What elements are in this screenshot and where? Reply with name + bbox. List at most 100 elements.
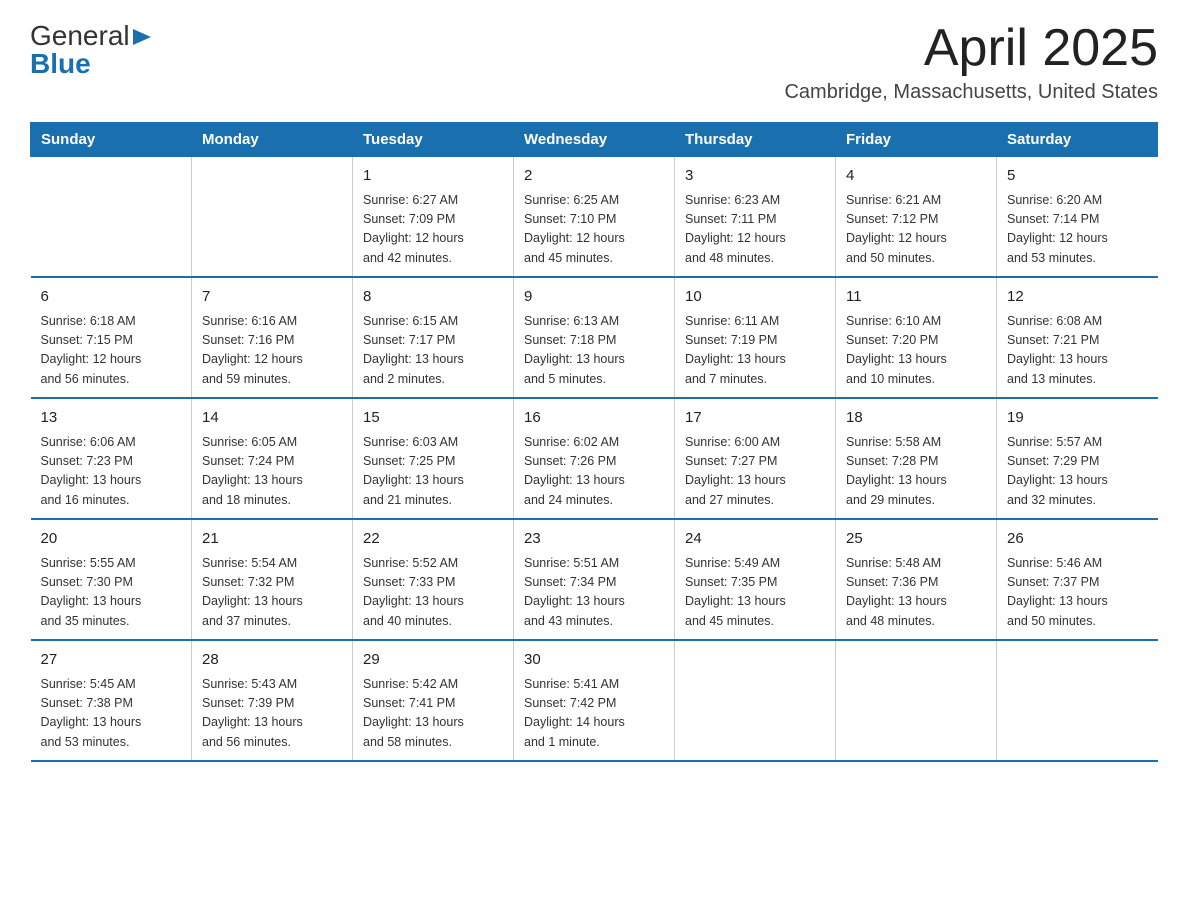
calendar-day-cell: 29 Sunrise: 5:42 AMSunset: 7:41 PMDayligh… [353, 640, 514, 761]
day-info: Sunrise: 5:42 AMSunset: 7:41 PMDaylight:… [363, 675, 503, 753]
calendar-day-cell: 24 Sunrise: 5:49 AMSunset: 7:35 PMDayligh… [675, 519, 836, 640]
day-number: 17 [685, 407, 825, 430]
weekday-header: Monday [192, 123, 353, 157]
logo-triangle-icon [133, 27, 151, 47]
weekday-header: Tuesday [353, 123, 514, 157]
day-number: 27 [41, 649, 182, 672]
day-info: Sunrise: 6:02 AMSunset: 7:26 PMDaylight:… [524, 433, 664, 511]
logo: General Blue [30, 20, 151, 80]
calendar-week-row: 13 Sunrise: 6:06 AMSunset: 7:23 PMDayligh… [31, 398, 1158, 519]
day-number: 9 [524, 286, 664, 309]
calendar-table: SundayMondayTuesdayWednesdayThursdayFrid… [30, 122, 1158, 762]
calendar-day-cell [31, 157, 192, 278]
calendar-day-cell: 15 Sunrise: 6:03 AMSunset: 7:25 PMDayligh… [353, 398, 514, 519]
day-number: 12 [1007, 286, 1148, 309]
calendar-title: April 2025 [784, 20, 1158, 77]
day-number: 13 [41, 407, 182, 430]
day-number: 21 [202, 528, 342, 551]
day-info: Sunrise: 5:55 AMSunset: 7:30 PMDaylight:… [41, 554, 182, 632]
day-info: Sunrise: 6:27 AMSunset: 7:09 PMDaylight:… [363, 191, 503, 269]
day-info: Sunrise: 6:03 AMSunset: 7:25 PMDaylight:… [363, 433, 503, 511]
calendar-day-cell: 16Sunrise: 6:02 AMSunset: 7:26 PMDayligh… [514, 398, 675, 519]
day-info: Sunrise: 6:23 AMSunset: 7:11 PMDaylight:… [685, 191, 825, 269]
calendar-day-cell: 20 Sunrise: 5:55 AMSunset: 7:30 PMDayligh… [31, 519, 192, 640]
calendar-day-cell [836, 640, 997, 761]
calendar-header-row: SundayMondayTuesdayWednesdayThursdayFrid… [31, 123, 1158, 157]
calendar-day-cell [675, 640, 836, 761]
day-info: Sunrise: 6:11 AMSunset: 7:19 PMDaylight:… [685, 312, 825, 390]
calendar-day-cell [997, 640, 1158, 761]
calendar-day-cell: 7 Sunrise: 6:16 AMSunset: 7:16 PMDaylight… [192, 277, 353, 398]
calendar-day-cell: 8 Sunrise: 6:15 AMSunset: 7:17 PMDaylight… [353, 277, 514, 398]
day-info: Sunrise: 5:41 AMSunset: 7:42 PMDaylight:… [524, 675, 664, 753]
logo-blue-text: Blue [30, 48, 91, 80]
day-info: Sunrise: 5:49 AMSunset: 7:35 PMDaylight:… [685, 554, 825, 632]
calendar-day-cell: 9 Sunrise: 6:13 AMSunset: 7:18 PMDaylight… [514, 277, 675, 398]
day-info: Sunrise: 6:13 AMSunset: 7:18 PMDaylight:… [524, 312, 664, 390]
day-info: Sunrise: 6:06 AMSunset: 7:23 PMDaylight:… [41, 433, 182, 511]
calendar-week-row: 1Sunrise: 6:27 AMSunset: 7:09 PMDaylight… [31, 157, 1158, 278]
day-number: 3 [685, 165, 825, 188]
day-number: 29 [363, 649, 503, 672]
calendar-day-cell: 10 Sunrise: 6:11 AMSunset: 7:19 PMDayligh… [675, 277, 836, 398]
calendar-day-cell: 1Sunrise: 6:27 AMSunset: 7:09 PMDaylight… [353, 157, 514, 278]
weekday-header: Thursday [675, 123, 836, 157]
day-number: 6 [41, 286, 182, 309]
day-info: Sunrise: 6:10 AMSunset: 7:20 PMDaylight:… [846, 312, 986, 390]
day-info: Sunrise: 5:58 AMSunset: 7:28 PMDaylight:… [846, 433, 986, 511]
day-number: 11 [846, 286, 986, 309]
calendar-day-cell: 11 Sunrise: 6:10 AMSunset: 7:20 PMDayligh… [836, 277, 997, 398]
calendar-day-cell: 17 Sunrise: 6:00 AMSunset: 7:27 PMDayligh… [675, 398, 836, 519]
day-info: Sunrise: 5:45 AMSunset: 7:38 PMDaylight:… [41, 675, 182, 753]
calendar-day-cell: 6 Sunrise: 6:18 AMSunset: 7:15 PMDaylight… [31, 277, 192, 398]
day-info: Sunrise: 5:51 AMSunset: 7:34 PMDaylight:… [524, 554, 664, 632]
day-info: Sunrise: 6:20 AMSunset: 7:14 PMDaylight:… [1007, 191, 1148, 269]
day-number: 2 [524, 165, 664, 188]
day-number: 10 [685, 286, 825, 309]
day-info: Sunrise: 5:48 AMSunset: 7:36 PMDaylight:… [846, 554, 986, 632]
day-number: 8 [363, 286, 503, 309]
day-info: Sunrise: 6:16 AMSunset: 7:16 PMDaylight:… [202, 312, 342, 390]
day-info: Sunrise: 6:08 AMSunset: 7:21 PMDaylight:… [1007, 312, 1148, 390]
day-number: 15 [363, 407, 503, 430]
day-info: Sunrise: 6:05 AMSunset: 7:24 PMDaylight:… [202, 433, 342, 511]
day-info: Sunrise: 6:00 AMSunset: 7:27 PMDaylight:… [685, 433, 825, 511]
calendar-day-cell: 25 Sunrise: 5:48 AMSunset: 7:36 PMDayligh… [836, 519, 997, 640]
day-info: Sunrise: 5:54 AMSunset: 7:32 PMDaylight:… [202, 554, 342, 632]
calendar-week-row: 6 Sunrise: 6:18 AMSunset: 7:15 PMDaylight… [31, 277, 1158, 398]
calendar-day-cell: 4 Sunrise: 6:21 AMSunset: 7:12 PMDaylight… [836, 157, 997, 278]
day-info: Sunrise: 5:43 AMSunset: 7:39 PMDaylight:… [202, 675, 342, 753]
weekday-header: Saturday [997, 123, 1158, 157]
day-number: 20 [41, 528, 182, 551]
day-info: Sunrise: 5:46 AMSunset: 7:37 PMDaylight:… [1007, 554, 1148, 632]
day-number: 4 [846, 165, 986, 188]
title-area: April 2025 Cambridge, Massachusetts, Uni… [784, 20, 1158, 104]
calendar-day-cell: 21 Sunrise: 5:54 AMSunset: 7:32 PMDayligh… [192, 519, 353, 640]
day-number: 22 [363, 528, 503, 551]
day-info: Sunrise: 6:18 AMSunset: 7:15 PMDaylight:… [41, 312, 182, 390]
calendar-week-row: 20 Sunrise: 5:55 AMSunset: 7:30 PMDayligh… [31, 519, 1158, 640]
day-number: 24 [685, 528, 825, 551]
calendar-day-cell: 2 Sunrise: 6:25 AMSunset: 7:10 PMDaylight… [514, 157, 675, 278]
calendar-week-row: 27 Sunrise: 5:45 AMSunset: 7:38 PMDayligh… [31, 640, 1158, 761]
calendar-day-cell: 23Sunrise: 5:51 AMSunset: 7:34 PMDayligh… [514, 519, 675, 640]
weekday-header: Friday [836, 123, 997, 157]
day-info: Sunrise: 5:52 AMSunset: 7:33 PMDaylight:… [363, 554, 503, 632]
calendar-day-cell: 5Sunrise: 6:20 AMSunset: 7:14 PMDaylight… [997, 157, 1158, 278]
calendar-day-cell [192, 157, 353, 278]
day-number: 30 [524, 649, 664, 672]
weekday-header: Sunday [31, 123, 192, 157]
day-info: Sunrise: 5:57 AMSunset: 7:29 PMDaylight:… [1007, 433, 1148, 511]
day-info: Sunrise: 6:25 AMSunset: 7:10 PMDaylight:… [524, 191, 664, 269]
calendar-day-cell: 14Sunrise: 6:05 AMSunset: 7:24 PMDayligh… [192, 398, 353, 519]
day-number: 18 [846, 407, 986, 430]
day-number: 25 [846, 528, 986, 551]
day-info: Sunrise: 6:15 AMSunset: 7:17 PMDaylight:… [363, 312, 503, 390]
calendar-subtitle: Cambridge, Massachusetts, United States [784, 81, 1158, 104]
calendar-day-cell: 13 Sunrise: 6:06 AMSunset: 7:23 PMDayligh… [31, 398, 192, 519]
calendar-day-cell: 30 Sunrise: 5:41 AMSunset: 7:42 PMDayligh… [514, 640, 675, 761]
day-number: 7 [202, 286, 342, 309]
day-number: 28 [202, 649, 342, 672]
day-info: Sunrise: 6:21 AMSunset: 7:12 PMDaylight:… [846, 191, 986, 269]
calendar-day-cell: 26Sunrise: 5:46 AMSunset: 7:37 PMDayligh… [997, 519, 1158, 640]
